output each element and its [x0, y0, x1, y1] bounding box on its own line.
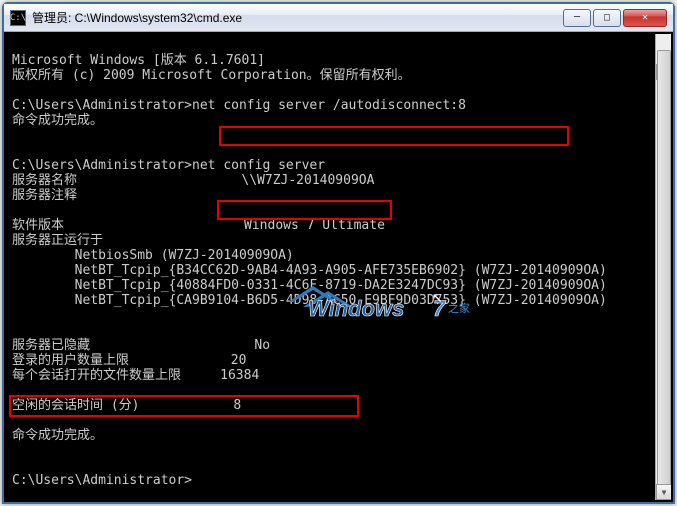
close-button[interactable]: ✕	[623, 9, 667, 27]
max-users-value: 20	[231, 353, 247, 368]
prompt-1: C:\Users\Administrator>	[12, 98, 192, 113]
prompt-3: C:\Users\Administrator>	[12, 473, 192, 488]
vertical-scrollbar[interactable]: ▲ ▼	[655, 34, 671, 500]
software-version-label: 软件版本	[12, 218, 64, 233]
max-files-label: 每个会话打开的文件数量上限	[12, 368, 181, 383]
idle-time-label: 空闲的会话时间 (分)	[12, 398, 139, 413]
idle-time-value: 8	[233, 398, 241, 413]
software-version-value: Windows 7 Ultimate	[244, 218, 385, 233]
scroll-down-button[interactable]: ▼	[656, 484, 671, 500]
prompt-2: C:\Users\Administrator>	[12, 158, 192, 173]
netbios-line-4: NetBT_Tcpip_{CA9B9104-B6D5-4D98-AC50-E9B…	[12, 293, 607, 308]
version-line: Microsoft Windows [版本 6.1.7601]	[12, 53, 265, 68]
server-comment-label: 服务器注释	[12, 188, 77, 203]
server-name-label: 服务器名称	[12, 173, 77, 188]
copyright-line: 版权所有 (c) 2009 Microsoft Corporation。保留所有…	[12, 68, 411, 83]
netbios-line-2: NetBT_Tcpip_{B34CC62D-9AB4-4A93-A905-AFE…	[12, 263, 607, 278]
hidden-label: 服务器已隐藏	[12, 338, 90, 353]
netbios-line-3: NetBT_Tcpip_{40884FD0-0331-4C6F-8719-DA2…	[12, 278, 607, 293]
window-title: 管理员: C:\Windows\system32\cmd.exe	[32, 9, 561, 26]
cmd-window: C:\ 管理员: C:\Windows\system32\cmd.exe ─ □…	[2, 2, 675, 504]
result-1: 命令成功完成。	[12, 113, 103, 128]
server-name-value: \\W7ZJ-20140909OA	[241, 173, 374, 188]
max-files-value: 16384	[220, 368, 259, 383]
cmd-1: net config server /autodisconnect:8	[192, 98, 466, 113]
app-icon: C:\	[10, 10, 26, 26]
server-active-label: 服务器正运行于	[12, 233, 103, 248]
window-controls: ─ □ ✕	[561, 9, 667, 27]
highlight-box-1	[219, 126, 569, 146]
scroll-thumb[interactable]	[657, 50, 671, 490]
result-2: 命令成功完成。	[12, 428, 103, 443]
netbios-line-1: NetbiosSmb (W7ZJ-20140909OA)	[12, 248, 294, 263]
minimize-button[interactable]: ─	[563, 9, 591, 27]
max-users-label: 登录的用户数量上限	[12, 353, 129, 368]
cmd-2: net config server	[192, 158, 325, 173]
terminal-area[interactable]: Microsoft Windows [版本 6.1.7601] 版权所有 (c)…	[6, 34, 671, 500]
hidden-value: No	[254, 338, 270, 353]
highlight-box-2	[217, 200, 392, 220]
maximize-button[interactable]: □	[593, 9, 621, 27]
titlebar[interactable]: C:\ 管理员: C:\Windows\system32\cmd.exe ─ □…	[4, 4, 673, 32]
